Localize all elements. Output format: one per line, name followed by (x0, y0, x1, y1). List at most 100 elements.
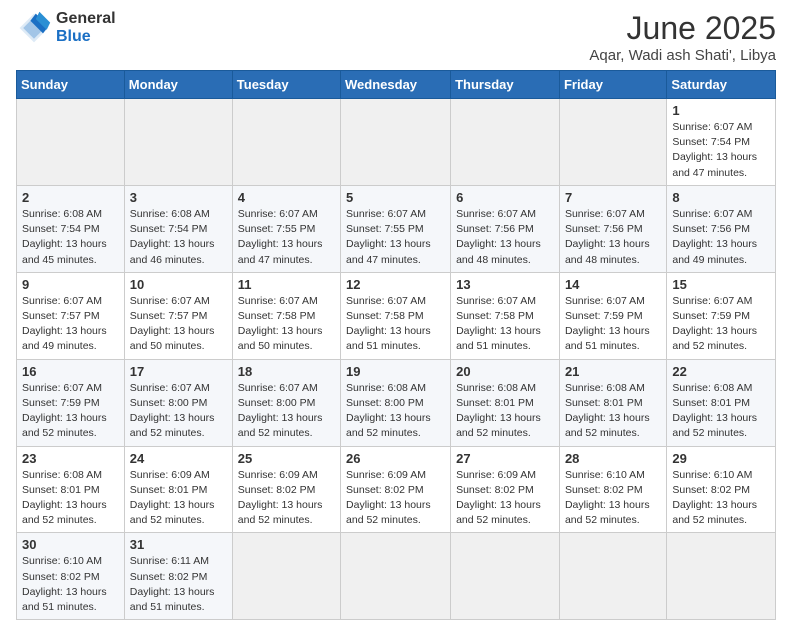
title-block: June 2025 Aqar, Wadi ash Shati', Libya (589, 10, 776, 64)
calendar-cell (667, 533, 776, 620)
sunrise-label: Sunrise: 6:07 AM (672, 208, 752, 220)
day-info: Sunrise: 6:08 AM Sunset: 8:01 PM Dayligh… (565, 381, 661, 442)
daylight-label: Daylight: 13 hours and 47 minutes. (238, 238, 323, 265)
sunrise-label: Sunrise: 6:10 AM (22, 555, 102, 567)
sunrise-label: Sunrise: 6:10 AM (565, 469, 645, 481)
sunrise-label: Sunrise: 6:07 AM (565, 208, 645, 220)
day-info: Sunrise: 6:07 AM Sunset: 7:57 PM Dayligh… (130, 294, 227, 355)
daylight-label: Daylight: 13 hours and 49 minutes. (22, 325, 107, 352)
sunrise-label: Sunrise: 6:08 AM (565, 382, 645, 394)
daylight-label: Daylight: 13 hours and 49 minutes. (672, 238, 757, 265)
day-number: 5 (346, 190, 445, 205)
daylight-label: Daylight: 13 hours and 52 minutes. (238, 412, 323, 439)
daylight-label: Daylight: 13 hours and 52 minutes. (238, 499, 323, 526)
day-number: 26 (346, 451, 445, 466)
calendar-cell: 16 Sunrise: 6:07 AM Sunset: 7:59 PM Dayl… (17, 359, 125, 446)
day-info: Sunrise: 6:07 AM Sunset: 7:58 PM Dayligh… (346, 294, 445, 355)
sunrise-label: Sunrise: 6:08 AM (456, 382, 536, 394)
day-number: 25 (238, 451, 335, 466)
sunset-label: Sunset: 7:58 PM (456, 310, 534, 322)
sunset-label: Sunset: 7:57 PM (130, 310, 208, 322)
calendar-cell: 14 Sunrise: 6:07 AM Sunset: 7:59 PM Dayl… (559, 272, 666, 359)
logo: General Blue (16, 10, 116, 46)
header: General Blue June 2025 Aqar, Wadi ash Sh… (16, 10, 776, 64)
sunrise-label: Sunrise: 6:10 AM (672, 469, 752, 481)
sunrise-label: Sunrise: 6:07 AM (456, 208, 536, 220)
sunset-label: Sunset: 7:55 PM (346, 223, 424, 235)
sunset-label: Sunset: 7:55 PM (238, 223, 316, 235)
day-number: 9 (22, 277, 119, 292)
day-info: Sunrise: 6:08 AM Sunset: 8:01 PM Dayligh… (22, 468, 119, 529)
sunset-label: Sunset: 8:02 PM (22, 571, 100, 583)
day-info: Sunrise: 6:07 AM Sunset: 7:54 PM Dayligh… (672, 120, 770, 181)
calendar-cell: 31 Sunrise: 6:11 AM Sunset: 8:02 PM Dayl… (124, 533, 232, 620)
daylight-label: Daylight: 13 hours and 47 minutes. (672, 151, 757, 178)
sunrise-label: Sunrise: 6:07 AM (672, 295, 752, 307)
day-number: 12 (346, 277, 445, 292)
day-number: 30 (22, 537, 119, 552)
calendar-cell: 13 Sunrise: 6:07 AM Sunset: 7:58 PM Dayl… (451, 272, 560, 359)
calendar-cell (124, 99, 232, 186)
day-info: Sunrise: 6:07 AM Sunset: 8:00 PM Dayligh… (238, 381, 335, 442)
daylight-label: Daylight: 13 hours and 52 minutes. (22, 499, 107, 526)
col-monday: Monday (124, 71, 232, 99)
day-number: 10 (130, 277, 227, 292)
calendar-subtitle: Aqar, Wadi ash Shati', Libya (589, 47, 776, 64)
day-number: 24 (130, 451, 227, 466)
calendar-cell (451, 533, 560, 620)
day-number: 31 (130, 537, 227, 552)
daylight-label: Daylight: 13 hours and 45 minutes. (22, 238, 107, 265)
calendar-cell (559, 99, 666, 186)
daylight-label: Daylight: 13 hours and 51 minutes. (22, 586, 107, 613)
calendar-cell (341, 533, 451, 620)
calendar-cell (451, 99, 560, 186)
sunset-label: Sunset: 7:59 PM (672, 310, 750, 322)
sunrise-label: Sunrise: 6:07 AM (456, 295, 536, 307)
sunset-label: Sunset: 8:02 PM (346, 484, 424, 496)
day-info: Sunrise: 6:11 AM Sunset: 8:02 PM Dayligh… (130, 554, 227, 615)
day-info: Sunrise: 6:07 AM Sunset: 7:59 PM Dayligh… (565, 294, 661, 355)
calendar-cell: 5 Sunrise: 6:07 AM Sunset: 7:55 PM Dayli… (341, 185, 451, 272)
logo-text: General Blue (56, 10, 116, 45)
day-info: Sunrise: 6:07 AM Sunset: 7:55 PM Dayligh… (346, 207, 445, 268)
day-info: Sunrise: 6:08 AM Sunset: 7:54 PM Dayligh… (22, 207, 119, 268)
col-tuesday: Tuesday (232, 71, 340, 99)
day-number: 8 (672, 190, 770, 205)
calendar-week-1: 2 Sunrise: 6:08 AM Sunset: 7:54 PM Dayli… (17, 185, 776, 272)
calendar-cell: 3 Sunrise: 6:08 AM Sunset: 7:54 PM Dayli… (124, 185, 232, 272)
calendar-cell: 29 Sunrise: 6:10 AM Sunset: 8:02 PM Dayl… (667, 446, 776, 533)
calendar-cell: 19 Sunrise: 6:08 AM Sunset: 8:00 PM Dayl… (341, 359, 451, 446)
sunset-label: Sunset: 8:01 PM (565, 397, 643, 409)
daylight-label: Daylight: 13 hours and 50 minutes. (130, 325, 215, 352)
calendar-cell: 1 Sunrise: 6:07 AM Sunset: 7:54 PM Dayli… (667, 99, 776, 186)
col-friday: Friday (559, 71, 666, 99)
sunset-label: Sunset: 8:02 PM (456, 484, 534, 496)
calendar-cell: 4 Sunrise: 6:07 AM Sunset: 7:55 PM Dayli… (232, 185, 340, 272)
calendar-title: June 2025 (589, 10, 776, 47)
daylight-label: Daylight: 13 hours and 51 minutes. (565, 325, 650, 352)
day-info: Sunrise: 6:07 AM Sunset: 7:56 PM Dayligh… (456, 207, 554, 268)
sunrise-label: Sunrise: 6:07 AM (346, 208, 426, 220)
sunset-label: Sunset: 8:01 PM (130, 484, 208, 496)
day-number: 15 (672, 277, 770, 292)
col-sunday: Sunday (17, 71, 125, 99)
calendar-cell: 24 Sunrise: 6:09 AM Sunset: 8:01 PM Dayl… (124, 446, 232, 533)
daylight-label: Daylight: 13 hours and 48 minutes. (565, 238, 650, 265)
sunset-label: Sunset: 8:02 PM (565, 484, 643, 496)
day-number: 29 (672, 451, 770, 466)
sunset-label: Sunset: 7:56 PM (456, 223, 534, 235)
calendar-cell: 23 Sunrise: 6:08 AM Sunset: 8:01 PM Dayl… (17, 446, 125, 533)
calendar-cell (17, 99, 125, 186)
sunrise-label: Sunrise: 6:07 AM (238, 382, 318, 394)
calendar-cell: 10 Sunrise: 6:07 AM Sunset: 7:57 PM Dayl… (124, 272, 232, 359)
day-info: Sunrise: 6:10 AM Sunset: 8:02 PM Dayligh… (22, 554, 119, 615)
sunset-label: Sunset: 7:54 PM (672, 136, 750, 148)
sunrise-label: Sunrise: 6:07 AM (130, 295, 210, 307)
calendar-cell: 2 Sunrise: 6:08 AM Sunset: 7:54 PM Dayli… (17, 185, 125, 272)
sunrise-label: Sunrise: 6:07 AM (238, 208, 318, 220)
calendar-cell: 27 Sunrise: 6:09 AM Sunset: 8:02 PM Dayl… (451, 446, 560, 533)
sunrise-label: Sunrise: 6:09 AM (238, 469, 318, 481)
day-number: 20 (456, 364, 554, 379)
calendar-cell: 7 Sunrise: 6:07 AM Sunset: 7:56 PM Dayli… (559, 185, 666, 272)
daylight-label: Daylight: 13 hours and 52 minutes. (130, 499, 215, 526)
